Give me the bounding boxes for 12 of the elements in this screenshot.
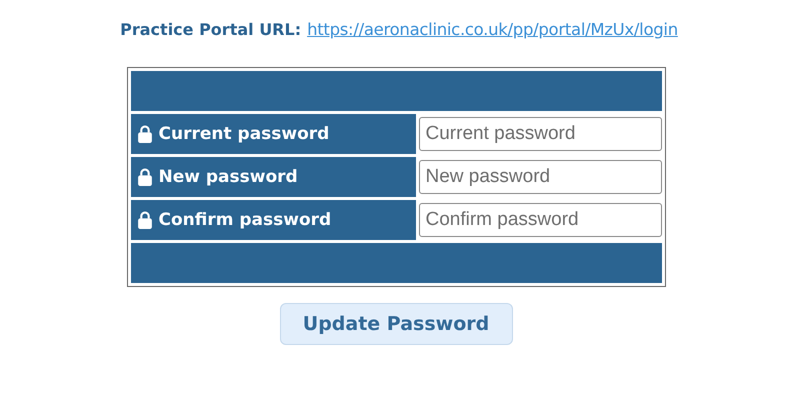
field-label: Confirm password bbox=[158, 210, 332, 230]
password-field[interactable]: Current password bbox=[418, 117, 662, 151]
lock-icon bbox=[136, 125, 152, 143]
field-label: New password bbox=[158, 167, 298, 187]
field-label: Current password bbox=[158, 124, 330, 144]
portal-url-label: Practice Portal URL: bbox=[120, 20, 302, 39]
update-password-button[interactable]: Update Password bbox=[280, 303, 512, 345]
password-field[interactable]: New password bbox=[418, 160, 662, 194]
lock-icon bbox=[136, 168, 152, 186]
lock-icon bbox=[136, 211, 152, 229]
password-field[interactable]: Confirm password bbox=[418, 203, 662, 237]
portal-url-link[interactable]: https://aeronaclinic.co.uk/pp/portal/MzUx/login bbox=[307, 20, 678, 39]
